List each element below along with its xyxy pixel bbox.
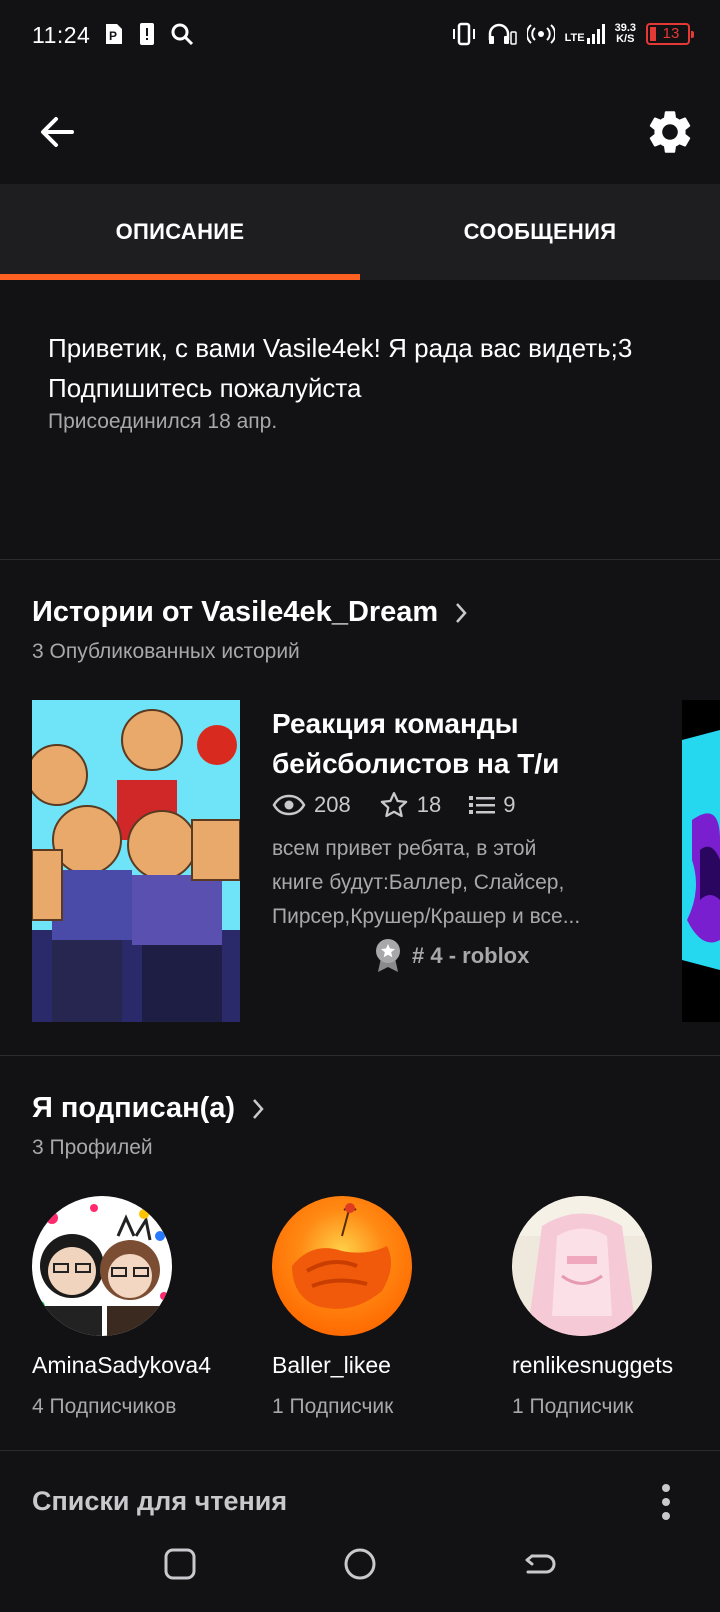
headset-icon xyxy=(488,23,517,45)
rank-label: # 4 - roblox xyxy=(412,943,530,968)
list-icon xyxy=(469,796,496,814)
about-text: Приветик, с вами Vasile4ek! Я рада вас в… xyxy=(48,333,633,403)
gear-icon[interactable] xyxy=(644,106,696,158)
profile-name: AminaSadykova4 xyxy=(32,1352,211,1378)
battery-fill xyxy=(650,27,656,41)
lte-indicator: LTE xyxy=(565,24,605,44)
avatar-image xyxy=(272,1196,412,1336)
kebab-menu-icon[interactable] xyxy=(660,1484,672,1524)
chevron-right-icon xyxy=(456,602,467,623)
profile-followers: 4 Подписчиков xyxy=(32,1395,177,1418)
about-section: Приветик, с вами Vasile4ek! Я рада вас в… xyxy=(48,328,668,434)
profile-name: renlikesnuggets xyxy=(512,1352,674,1378)
story-desc-line-2: книге будут:Баллер, Слайсер, xyxy=(272,871,565,894)
profile-card[interactable]: Baller_likee 1 Подписчик xyxy=(272,1196,472,1419)
stories-section-header[interactable]: Истории от Vasile4ek_Dream xyxy=(32,596,468,629)
story-title-line-1: Реакция команды xyxy=(272,708,519,739)
status-bar: 11:24 P LTE 39.3 K/S 13 xyxy=(0,0,720,72)
profile-followers: 1 Подписчик xyxy=(512,1395,634,1418)
status-time: 11:24 xyxy=(32,22,91,48)
app-bar xyxy=(0,88,720,178)
profile-card[interactable]: renlikesnuggets 1 Подписчик xyxy=(512,1196,712,1419)
phone-alert-icon xyxy=(140,23,154,45)
divider xyxy=(0,1055,720,1056)
next-story-cover[interactable] xyxy=(682,700,720,1022)
vibrate-icon xyxy=(452,22,475,46)
votes-stat: 18 xyxy=(379,790,441,820)
views-count: 208 xyxy=(314,792,351,817)
tab-messages[interactable]: СООБЩЕНИЯ xyxy=(360,184,720,280)
battery-icon: 13 xyxy=(646,23,694,45)
story-cover-illustration xyxy=(32,700,240,1022)
recents-icon[interactable] xyxy=(160,1544,200,1584)
following-section-subtitle: 3 Профилей xyxy=(32,1136,153,1159)
tab-description[interactable]: ОПИСАНИЕ xyxy=(0,184,360,280)
avatar xyxy=(512,1196,652,1336)
story-title[interactable]: Реакция команды бейсболистов на Т/и xyxy=(272,704,652,784)
stories-section-title: Истории от Vasile4ek_Dream xyxy=(32,596,439,628)
joined-date: Присоединился 18 апр. xyxy=(48,410,278,433)
parts-count: 9 xyxy=(503,792,516,817)
stories-section-subtitle: 3 Опубликованных историй xyxy=(32,640,300,663)
following-section-title: Я подписан(а) xyxy=(32,1092,236,1124)
divider xyxy=(0,1450,720,1451)
story-desc-line-3: Пирсер,Крушер/Крашер и все... xyxy=(272,905,581,928)
profile-name: Baller_likee xyxy=(272,1352,391,1378)
home-icon[interactable] xyxy=(340,1544,380,1584)
next-story-cover-illustration xyxy=(682,700,720,1022)
back-arrow-icon[interactable] xyxy=(34,108,82,156)
signal-icon xyxy=(586,24,605,44)
story-cover-image[interactable] xyxy=(32,700,240,1022)
profile-card[interactable]: AminaSadykova4 4 Подписчиков xyxy=(32,1196,232,1419)
status-right-icons: LTE 39.3 K/S 13 xyxy=(451,22,694,46)
eye-icon xyxy=(272,794,306,816)
avatar xyxy=(32,1196,172,1336)
views-stat: 208 xyxy=(272,792,351,818)
battery-level: 13 xyxy=(662,25,680,42)
profile-followers: 1 Подписчик xyxy=(272,1395,394,1418)
story-title-line-2: бейсболистов на Т/и xyxy=(272,748,560,779)
hotspot-icon xyxy=(526,24,555,44)
reading-lists-title[interactable]: Списки для чтения xyxy=(32,1486,287,1517)
system-nav-bar xyxy=(0,1522,720,1612)
story-description: всем привет ребята, в этой книге будут:Б… xyxy=(272,832,632,934)
story-desc-line-1: всем привет ребята, в этой xyxy=(272,837,537,860)
avatar xyxy=(272,1196,412,1336)
svg-text:P: P xyxy=(109,29,117,43)
star-icon xyxy=(380,792,407,818)
ribbon-icon xyxy=(376,939,400,972)
net-speed-unit: K/S xyxy=(616,33,635,45)
parts-stat: 9 xyxy=(469,792,515,818)
tab-bar: ОПИСАНИЕ СООБЩЕНИЯ xyxy=(0,184,720,280)
divider xyxy=(0,559,720,560)
avatar-image xyxy=(32,1196,172,1336)
votes-count: 18 xyxy=(416,792,442,817)
back-nav-icon[interactable] xyxy=(520,1544,560,1584)
avatar-image xyxy=(512,1196,652,1336)
parking-app-icon: P xyxy=(106,24,122,44)
search-icon xyxy=(171,23,194,46)
story-rank[interactable]: # 4 - roblox xyxy=(374,938,529,974)
lte-label: LTE xyxy=(564,32,585,44)
chevron-right-icon xyxy=(253,1098,264,1119)
following-section-header[interactable]: Я подписан(а) xyxy=(32,1092,265,1125)
story-stats: 208 18 9 xyxy=(272,790,515,820)
net-speed: 39.3 K/S xyxy=(615,23,636,45)
